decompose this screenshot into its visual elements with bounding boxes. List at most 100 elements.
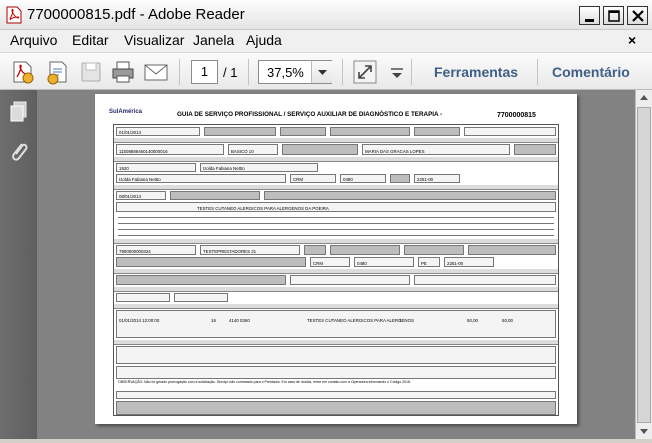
chevron-down-icon: [318, 70, 327, 75]
form-field: [464, 127, 556, 136]
scroll-up-icon[interactable]: [637, 90, 651, 106]
requester-name-value: Izolda Fabiana Nettto: [203, 166, 245, 171]
form-field: [304, 245, 326, 255]
form-field: 0480: [340, 174, 386, 183]
close-icon: [632, 10, 644, 22]
section-header: [114, 287, 558, 292]
form-field: [330, 245, 400, 255]
table-code-value: 16: [211, 318, 216, 323]
save-icon[interactable]: [78, 59, 104, 85]
menu-editar[interactable]: Editar: [72, 32, 109, 48]
form-field: [290, 275, 410, 285]
procedure-description-value: TESTES CUTANEO ALERGICOS PARA ALERGENOS …: [197, 206, 329, 211]
form-field: 7900000000324: [116, 245, 196, 255]
form-field: PE: [418, 257, 440, 267]
execution-date-value: 01/01/2014 12:00:00: [119, 318, 160, 323]
council-value: CRM: [293, 177, 303, 182]
form-field: 1920: [116, 163, 196, 172]
minimize-button[interactable]: [579, 6, 600, 25]
form-field: [264, 191, 556, 200]
request-date-value: 08/01/2014: [119, 194, 141, 199]
quantity-value: 1: [399, 318, 402, 323]
insurer-logo: SulAmérica: [109, 109, 143, 115]
maximize-button[interactable]: [603, 6, 624, 25]
scroll-down-icon[interactable]: [637, 423, 651, 439]
form-field: 2251-00: [414, 174, 460, 183]
form-field: [116, 257, 306, 267]
section-header: [114, 269, 558, 274]
form-field: 08/01/2014: [116, 191, 166, 200]
form-field: TESTEPRESTADORES 21: [200, 245, 300, 255]
form-field: [116, 275, 286, 285]
comment-pane-button[interactable]: Comentário: [552, 64, 630, 80]
form-field: [414, 127, 460, 136]
table-row: [118, 223, 554, 224]
section-header: [114, 340, 558, 345]
form-field: [174, 293, 228, 302]
scrollbar-thumb[interactable]: [637, 107, 651, 423]
toolbar-options-icon[interactable]: [384, 59, 410, 85]
menu-visualizar[interactable]: Visualizar: [124, 32, 184, 48]
procedure-name-value: TESTES CUTANEO ALERGICOS PARA ALERGENOS: [307, 318, 414, 323]
toolbar-separator: [248, 59, 249, 85]
form-field: 11508886460140000016: [116, 144, 224, 155]
fit-page-icon[interactable]: [352, 59, 378, 85]
executor-council-number-value: 0480: [357, 261, 367, 266]
section-header: [114, 138, 558, 143]
requester-code-value: 1920: [119, 166, 129, 171]
form-field: Izolda Fabiana Nettto: [200, 163, 318, 172]
form-field: TESTES CUTANEO ALERGICOS PARA ALERGENOS …: [116, 202, 556, 212]
menu-ajuda[interactable]: Ajuda: [246, 32, 282, 48]
council-number-value: 0480: [343, 177, 353, 182]
form-field: [390, 174, 410, 183]
executor-code-value: 7900000000324: [119, 249, 151, 254]
executor-name-value: TESTEPRESTADORES 21: [203, 249, 257, 254]
zoom-select[interactable]: 37,5%: [258, 60, 332, 84]
zoom-value: 37,5%: [267, 65, 304, 80]
attachments-icon[interactable]: [8, 140, 30, 164]
edit-document-icon[interactable]: [44, 59, 70, 85]
menu-bar: Arquivo Editar Visualizar Janela Ajuda ×: [0, 30, 652, 52]
guide-form: 01/01/2014 11508886460140000016 BASICO 1…: [113, 124, 559, 416]
close-document-button[interactable]: ×: [628, 32, 636, 48]
executor-cbo-value: 2251-00: [447, 261, 464, 266]
unit-value: 50,00: [467, 318, 478, 323]
toolbar-separator: [411, 59, 412, 85]
menu-arquivo[interactable]: Arquivo: [10, 32, 57, 48]
close-window-button[interactable]: [627, 6, 648, 25]
cbo-value: 2251-00: [417, 177, 434, 182]
form-field: [282, 144, 358, 155]
card-number-value: 11508886460140000016: [119, 149, 168, 154]
maximize-icon: [608, 10, 620, 22]
form-field: MARIA DAS GRACAS LOPES: [362, 144, 510, 155]
form-field: [514, 144, 556, 155]
vertical-scrollbar[interactable]: [635, 90, 652, 439]
form-field: 0480: [354, 257, 414, 267]
navigation-pane: [0, 90, 37, 439]
email-icon[interactable]: [143, 59, 169, 85]
create-pdf-icon[interactable]: [10, 59, 36, 85]
form-field: 01/01/2014: [116, 127, 200, 136]
date-field-value: 01/01/2014: [119, 130, 141, 135]
procedures-table: 01/01/2014 12:00:00 16 4140 0360 TESTES …: [116, 310, 556, 338]
plan-value: BASICO 10: [231, 149, 254, 154]
beneficiary-name-value: MARIA DAS GRACAS LOPES: [365, 149, 425, 154]
minimize-icon: [585, 19, 594, 22]
form-field: BASICO 10: [228, 144, 278, 155]
section-header: [114, 185, 558, 190]
menu-janela[interactable]: Janela: [193, 32, 234, 48]
print-icon[interactable]: [110, 59, 136, 85]
page-thumbnails-icon[interactable]: [8, 100, 30, 124]
pdf-file-icon: [6, 6, 22, 24]
toolbar-separator: [342, 59, 343, 85]
tools-pane-button[interactable]: Ferramentas: [434, 64, 518, 80]
table-row: [118, 235, 554, 236]
total-value: 50,00: [502, 318, 513, 323]
toolbar-separator: [179, 59, 180, 85]
pdf-page: SulAmérica GUIA DE SERVIÇO PROFISSIONAL …: [95, 94, 577, 424]
toolbar-separator: [537, 59, 538, 85]
form-field: [116, 391, 556, 399]
zoom-dropdown-button[interactable]: [311, 61, 332, 83]
toolbar: 1 / 1 37,5% Ferramentas Comentário: [0, 52, 652, 90]
page-number-input[interactable]: 1: [191, 60, 218, 84]
